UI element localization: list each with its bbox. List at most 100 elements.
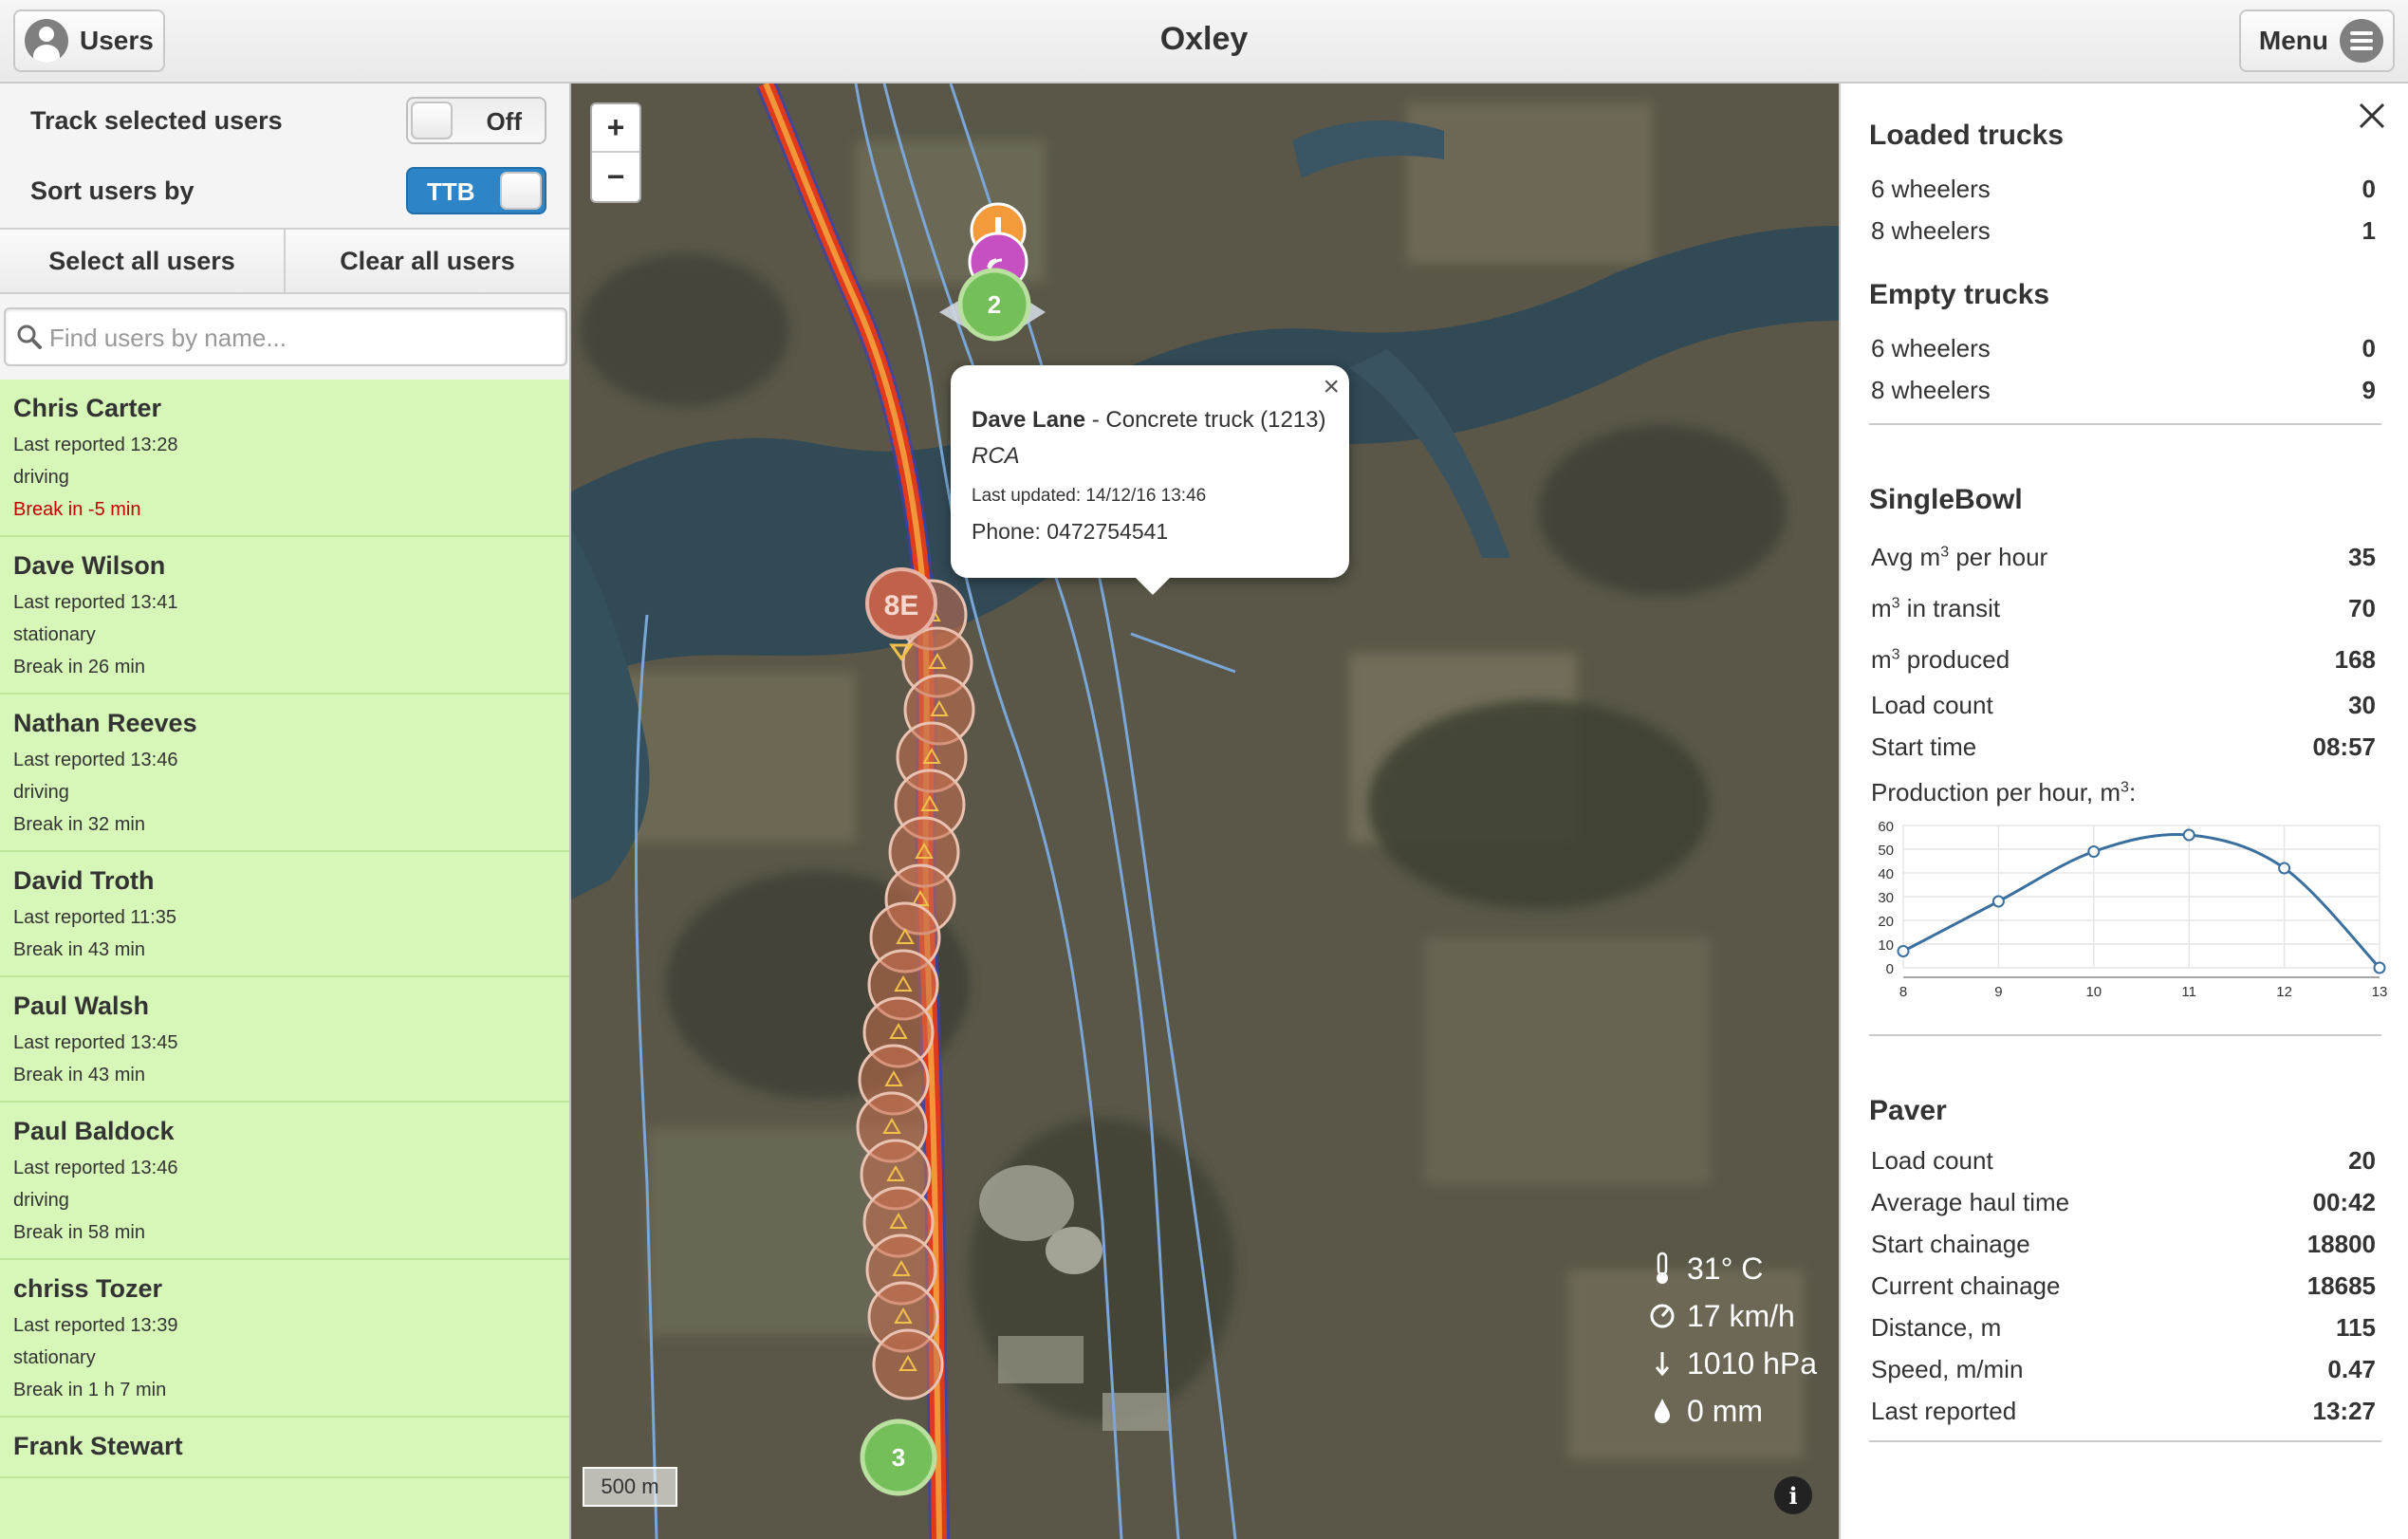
zoom-out-button[interactable]: − — [592, 153, 639, 201]
x-tick-label: 13 — [2372, 984, 2388, 1000]
user-name: Dave Wilson — [13, 551, 166, 580]
page-title: Oxley — [1159, 21, 1249, 57]
paver-row: Last reported 13:27 — [1871, 1397, 2376, 1425]
rain-row: 0 mm — [1649, 1387, 1817, 1435]
user-name: chriss Tozer — [13, 1274, 163, 1303]
user-reported: Last reported 11:35 — [13, 907, 176, 928]
map-view[interactable]: 2 8E 3 + − × Dave Lane - Concrete truck … — [571, 83, 1839, 1539]
top-bar: Users Oxley Menu — [0, 0, 2408, 83]
temperature-value: 31° C — [1687, 1251, 1764, 1286]
sort-setting: Sort users by TTB — [0, 156, 569, 226]
paver-row: Average haul time 00:42 — [1871, 1188, 2376, 1216]
divider — [1869, 1440, 2381, 1442]
paver-title: Paver — [1869, 1095, 1947, 1126]
y-tick-label: 20 — [1878, 914, 1894, 930]
gauge-icon — [1650, 1304, 1675, 1328]
y-tick-label: 50 — [1878, 843, 1894, 859]
user-status: driving — [13, 1190, 69, 1211]
avg-per-hour-row: Avg m3 per hour 35 — [1871, 543, 2376, 571]
user-list-item[interactable]: Chris Carter Last reported 13:28 driving Br… — [0, 380, 569, 537]
user-reported: Last reported 13:41 — [13, 592, 178, 613]
track-setting: Track selected users Off — [0, 85, 569, 156]
x-tick-label: 8 — [1899, 984, 1907, 1000]
selected-truck-label: 8E — [884, 590, 919, 621]
loaded-trucks-title: Loaded trucks — [1869, 120, 2065, 151]
loaded-8-row: 8 wheelers 1 — [1871, 216, 2376, 245]
zoom-control: + − — [590, 102, 641, 203]
x-tick-label: 11 — [2181, 984, 2196, 1000]
popup-close-icon[interactable]: × — [1323, 371, 1340, 403]
user-list-item[interactable]: Paul Walsh Last reported 13:45 Break in 43… — [0, 977, 569, 1103]
production-chart: 0 10 20 30 40 50 60 8 9 10 11 12 13 — [1878, 819, 2388, 1000]
y-tick-label: 0 — [1886, 961, 1894, 977]
series-line — [1902, 832, 2381, 970]
user-name: Chris Carter — [13, 394, 162, 422]
menu-button[interactable]: Menu — [2239, 9, 2395, 72]
paver-row: Distance, m 115 — [1871, 1313, 2376, 1342]
wind-row: 17 km/h — [1649, 1292, 1817, 1340]
user-list: Chris Carter Last reported 13:28 driving Br… — [0, 380, 569, 1539]
truck-popup: × Dave Lane - Concrete truck (1213) RCA … — [951, 365, 1349, 595]
user-status: stationary — [13, 624, 96, 645]
data-point — [2278, 862, 2291, 875]
paver-row: Speed, m/min 0.47 — [1871, 1355, 2376, 1383]
chart-title: Production per hour, m3: — [1871, 778, 2137, 807]
user-name: David Troth — [13, 866, 155, 895]
x-tick-label: 12 — [2276, 984, 2292, 1000]
user-status: stationary — [13, 1347, 96, 1368]
user-list-item[interactable]: Paul Baldock Last reported 13:46 driving Br… — [0, 1103, 569, 1260]
empty-8-row: 8 wheelers 9 — [1871, 376, 2376, 404]
paver-row: Start chainage 18800 — [1871, 1230, 2376, 1258]
y-tick-label: 30 — [1878, 890, 1894, 906]
zoom-in-button[interactable]: + — [592, 104, 639, 153]
user-list-item[interactable]: Dave Wilson Last reported 13:41 stationary… — [0, 537, 569, 695]
popup-phone[interactable]: Phone: 0472754541 — [972, 517, 1328, 546]
user-break: Break in 32 min — [13, 814, 145, 835]
user-break: Break in 43 min — [13, 1065, 145, 1085]
track-label: Track selected users — [30, 105, 283, 135]
close-icon[interactable] — [2357, 101, 2387, 131]
menu-button-label: Menu — [2258, 26, 2328, 55]
data-point — [1897, 945, 1910, 957]
user-name: Paul Walsh — [13, 992, 150, 1020]
arrow-down-icon — [1655, 1352, 1670, 1377]
user-list-item[interactable]: Frank Stewart — [0, 1418, 569, 1478]
loaded-6-row: 6 wheelers 0 — [1871, 175, 2376, 203]
user-status: driving — [13, 467, 69, 488]
user-list-item[interactable]: chriss Tozer Last reported 13:39 stationar… — [0, 1260, 569, 1418]
cluster-top-count: 2 — [988, 290, 1001, 319]
droplet-icon — [1655, 1399, 1670, 1423]
temperature-row: 31° C — [1649, 1245, 1817, 1292]
user-list-item[interactable]: David Troth Last reported 11:35 Break in 4… — [0, 852, 569, 977]
user-break: Break in 58 min — [13, 1222, 145, 1243]
search-icon — [17, 324, 42, 349]
singlebowl-title: SingleBowl — [1869, 484, 2023, 515]
sort-toggle[interactable]: TTB — [406, 167, 546, 214]
produced-row: m3 produced 168 — [1871, 645, 2376, 674]
search-input[interactable] — [49, 319, 552, 357]
in-transit-row: m3 in transit 70 — [1871, 594, 2376, 622]
x-tick-label: 10 — [2085, 984, 2102, 1000]
user-break: Break in -5 min — [13, 499, 141, 520]
truck-marker[interactable] — [872, 1328, 944, 1400]
data-point — [2373, 961, 2386, 974]
info-icon[interactable]: i — [1774, 1476, 1812, 1514]
rain-value: 0 mm — [1687, 1393, 1763, 1428]
clear-all-button[interactable]: Clear all users — [286, 230, 569, 292]
select-all-button[interactable]: Select all users — [0, 230, 286, 292]
track-toggle[interactable]: Off — [406, 97, 546, 144]
stats-panel: Loaded trucks 6 wheelers 0 8 wheelers 1 Em… — [1839, 83, 2408, 1539]
user-reported: Last reported 13:28 — [13, 435, 178, 455]
user-list-item[interactable]: Nathan Reeves Last reported 13:46 driving B… — [0, 695, 569, 852]
cluster-bottom-count: 3 — [892, 1443, 905, 1472]
paver-row: Load count 20 — [1871, 1146, 2376, 1175]
user-break: Break in 26 min — [13, 657, 145, 677]
load-count-row: Load count 30 — [1871, 691, 2376, 719]
user-break: Break in 1 h 7 min — [13, 1380, 167, 1400]
popup-updated: Last updated: 14/12/16 13:46 — [972, 486, 1207, 506]
wind-value: 17 km/h — [1687, 1298, 1795, 1333]
hamburger-icon — [2340, 19, 2383, 63]
user-name: Paul Baldock — [13, 1117, 175, 1145]
user-name: Nathan Reeves — [13, 709, 197, 737]
empty-trucks-title: Empty trucks — [1869, 279, 2050, 310]
